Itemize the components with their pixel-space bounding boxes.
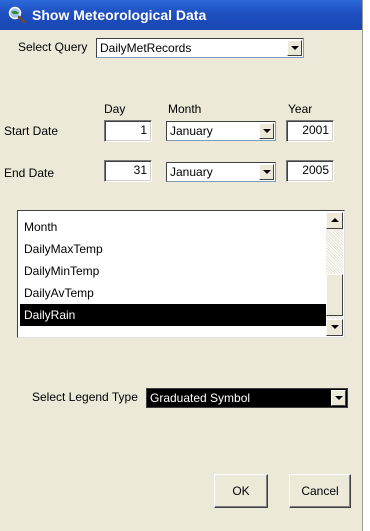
- end-day-field[interactable]: 31: [104, 160, 152, 182]
- window-title: Show Meteorological Data: [32, 7, 207, 23]
- day-header: Day: [104, 102, 126, 116]
- start-day-value: 1: [140, 123, 147, 137]
- start-month-dropdown[interactable]: January: [166, 121, 276, 141]
- list-item[interactable]: DailyAvTemp: [20, 282, 327, 304]
- end-date-label: End Date: [4, 166, 55, 180]
- start-year-value: 2001: [302, 123, 329, 137]
- magnifier-globe-icon: [8, 6, 26, 24]
- start-month-value: January: [170, 124, 213, 138]
- year-header: Year: [288, 102, 313, 116]
- end-day-value: 31: [133, 163, 147, 177]
- cancel-button[interactable]: Cancel: [289, 474, 351, 508]
- chevron-down-icon[interactable]: [331, 390, 346, 406]
- query-value: DailyMetRecords: [100, 41, 192, 55]
- legend-type-label: Select Legend Type: [32, 390, 138, 404]
- chevron-down-icon[interactable]: [287, 40, 302, 56]
- start-year-field[interactable]: 2001: [286, 120, 334, 142]
- scroll-down-arrow-icon[interactable]: [326, 319, 343, 336]
- scroll-up-arrow-icon[interactable]: [326, 212, 343, 229]
- legend-type-value: Graduated Symbol: [150, 391, 251, 405]
- vertical-scrollbar[interactable]: [326, 212, 343, 336]
- end-month-value: January: [170, 165, 213, 179]
- month-header: Month: [168, 102, 202, 116]
- legend-type-dropdown[interactable]: Graduated Symbol: [146, 388, 348, 408]
- scrollbar-thumb[interactable]: [326, 274, 343, 316]
- end-year-field[interactable]: 2005: [286, 160, 334, 182]
- list-item[interactable]: DailyMinTemp: [20, 260, 327, 282]
- ok-button[interactable]: OK: [214, 474, 268, 508]
- list-item-selected[interactable]: DailyRain: [20, 304, 327, 326]
- chevron-down-icon[interactable]: [259, 164, 274, 180]
- list-item[interactable]: Month: [20, 216, 327, 238]
- end-year-value: 2005: [302, 163, 329, 177]
- start-date-label: Start Date: [4, 124, 59, 138]
- list-item[interactable]: DailyMaxTemp: [20, 238, 327, 260]
- start-day-field[interactable]: 1: [104, 120, 152, 142]
- dialog-window: Show Meteorological Data Select Query Da…: [0, 0, 362, 531]
- select-query-label: Select Query: [18, 40, 88, 54]
- query-dropdown[interactable]: DailyMetRecords: [96, 38, 304, 58]
- window-edge: [362, 0, 370, 531]
- chevron-down-icon[interactable]: [259, 123, 274, 139]
- end-month-dropdown[interactable]: January: [166, 162, 276, 182]
- field-listbox[interactable]: Month DailyMaxTemp DailyMinTemp DailyAvT…: [17, 210, 345, 338]
- title-bar[interactable]: Show Meteorological Data: [0, 0, 362, 30]
